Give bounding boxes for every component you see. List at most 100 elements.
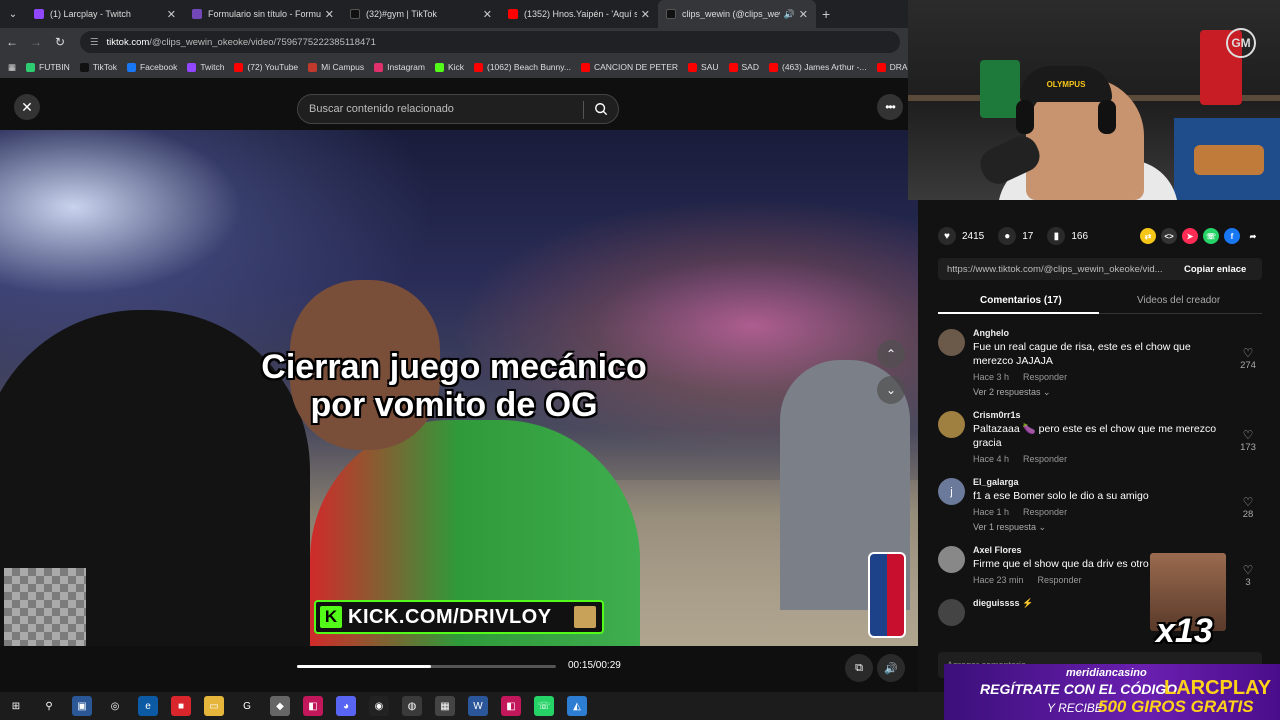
bookmark-label: TikTok xyxy=(92,62,117,72)
url-field[interactable]: ☰ tiktok.com /@clips_wewin_okeoke/video/… xyxy=(80,31,900,53)
bookmark-favicon-icon xyxy=(688,62,698,72)
comment-like-button[interactable]: ♡ 274 xyxy=(1236,346,1260,371)
share-link-box: https://www.tiktok.com/@clips_wewin_okeo… xyxy=(938,258,1262,280)
whatsapp-icon[interactable]: ☏ xyxy=(534,696,554,716)
discord-icon[interactable]: ◕ xyxy=(336,696,356,716)
comment-like-button[interactable]: ♡ 3 xyxy=(1236,563,1260,588)
obs-icon[interactable]: ◉ xyxy=(369,696,389,716)
commenter-avatar[interactable] xyxy=(938,411,965,438)
like-button[interactable]: ♥ 2415 xyxy=(938,227,984,245)
close-icon[interactable]: ✕ xyxy=(167,8,176,21)
share-link-url[interactable]: https://www.tiktok.com/@clips_wewin_okeo… xyxy=(938,264,1176,275)
bookmark-item[interactable]: Facebook xyxy=(126,62,177,72)
commenter-name[interactable]: Crism0rr1s xyxy=(973,408,1262,422)
reply-button[interactable]: Responder xyxy=(1023,372,1067,382)
comment-like-button[interactable]: ♡ 173 xyxy=(1236,428,1260,453)
bookmark-item[interactable]: SAD xyxy=(728,62,759,72)
tab-youtube[interactable]: (1352) Hnos.Yaipén - 'Aquí sin t ✕ xyxy=(500,0,658,28)
close-icon[interactable]: ✕ xyxy=(483,8,492,21)
comment-button[interactable]: ● 17 xyxy=(998,227,1033,245)
related-search-input[interactable]: Buscar contenido relacionado xyxy=(297,94,619,124)
windows-taskbar: ⊞ ⚲ ▣ ◎ e ■ ▭ G ◆ ◧ ◕ ◉ ◍ ▦ W ◧ ☏ ◭ xyxy=(0,692,944,720)
commenter-avatar[interactable] xyxy=(938,546,965,573)
tab-clips-wewin[interactable]: clips_wewin (@clips_wewin 🔊 ✕ xyxy=(658,0,816,28)
close-icon[interactable]: ✕ xyxy=(641,8,650,21)
back-icon[interactable]: ← xyxy=(0,35,24,49)
view-replies-button[interactable]: Ver 1 respuesta ⌄ xyxy=(973,522,1262,533)
new-tab-button[interactable]: + xyxy=(822,6,830,22)
previous-video-button[interactable]: ⌃ xyxy=(877,340,905,368)
more-options-button[interactable]: ••• xyxy=(877,94,903,120)
app-pink-2-icon[interactable]: ◧ xyxy=(501,696,521,716)
site-info-icon[interactable]: ☰ xyxy=(90,37,99,48)
save-button[interactable]: ▮ 166 xyxy=(1047,227,1088,245)
search-icon[interactable] xyxy=(594,102,608,116)
commenter-avatar[interactable]: j xyxy=(938,478,965,505)
tab-tiktok-gym[interactable]: (32)#gym | TikTok ✕ xyxy=(342,0,500,28)
pixelated-overlay xyxy=(4,568,86,646)
bookmark-item[interactable]: FUTBIN xyxy=(26,62,70,72)
file-explorer-icon[interactable]: ▭ xyxy=(204,696,224,716)
tab-forms[interactable]: Formulario sin título - Formular ✕ xyxy=(184,0,342,28)
share-arrow-icon[interactable]: ➦ xyxy=(1245,228,1261,244)
store-icon[interactable]: ▣ xyxy=(72,696,92,716)
bookmark-item[interactable]: (463) James Arthur -... xyxy=(769,62,867,72)
forward-icon[interactable]: → xyxy=(24,35,48,49)
copy-link-button[interactable]: Copiar enlace xyxy=(1184,264,1246,275)
reply-button[interactable]: Responder xyxy=(1023,454,1067,464)
repost-icon[interactable]: ⇄ xyxy=(1140,228,1156,244)
calculator-icon[interactable]: ▦ xyxy=(435,696,455,716)
tab-creator-videos[interactable]: Videos del creador xyxy=(1137,295,1220,306)
comment-like-button[interactable]: ♡ 28 xyxy=(1236,495,1260,520)
bookmark-item[interactable]: Kick xyxy=(434,62,464,72)
tab-comments[interactable]: Comentarios (17) xyxy=(980,295,1062,306)
chrome-icon[interactable]: ◍ xyxy=(402,696,422,716)
bookmark-item[interactable]: TikTok xyxy=(79,62,117,72)
bookmark-item[interactable]: Instagram xyxy=(374,62,425,72)
bookmark-item[interactable]: (1062) Beach Bunny... xyxy=(474,62,571,72)
app-red-icon[interactable]: ■ xyxy=(171,696,191,716)
g-hub-icon[interactable]: G xyxy=(237,696,257,716)
commenter-avatar[interactable] xyxy=(938,599,965,626)
reply-button[interactable]: Responder xyxy=(1023,507,1067,517)
video-frame[interactable]: Cierran juego mecánico por vomito de OG … xyxy=(0,130,918,646)
bookmark-item[interactable]: Mi Campus xyxy=(308,62,364,72)
speaker-icon[interactable]: 🔊 xyxy=(784,9,795,20)
edge-icon[interactable]: e xyxy=(138,696,158,716)
view-replies-button[interactable]: Ver 2 respuestas ⌄ xyxy=(973,387,1262,398)
bookmark-item[interactable]: (72) YouTube xyxy=(234,62,298,72)
windows-start-icon[interactable]: ⊞ xyxy=(6,696,26,716)
tab-search-button[interactable]: ⌄ xyxy=(0,0,26,28)
next-video-button[interactable]: ⌄ xyxy=(877,376,905,404)
app-blue-icon[interactable]: ◭ xyxy=(567,696,587,716)
bookmark-item[interactable]: DRAGO xyxy=(876,62,908,72)
search-icon[interactable]: ⚲ xyxy=(39,696,59,716)
bookmark-item[interactable]: SAU xyxy=(688,62,719,72)
send-icon[interactable]: ➤ xyxy=(1182,228,1198,244)
ad-line-1: REGÍTRATE CON EL CÓDIGO xyxy=(980,681,1178,697)
commenter-avatar[interactable] xyxy=(938,329,965,356)
bookmark-item[interactable]: CANCION DE PETER xyxy=(580,62,678,72)
headset-right xyxy=(1098,100,1116,134)
volume-button[interactable]: 🔊 xyxy=(877,654,905,682)
commenter-name[interactable]: Anghelo xyxy=(973,326,1262,340)
bookmark-label: Kick xyxy=(447,62,464,72)
app-icon[interactable]: ◆ xyxy=(270,696,290,716)
whatsapp-icon[interactable]: ☏ xyxy=(1203,228,1219,244)
progress-bar[interactable] xyxy=(297,665,556,668)
picture-in-picture-button[interactable]: ⧉ xyxy=(845,654,873,682)
bookmark-item[interactable]: Twitch xyxy=(187,62,224,72)
app-pink-icon[interactable]: ◧ xyxy=(303,696,323,716)
facebook-icon[interactable]: f xyxy=(1224,228,1240,244)
xbox-icon[interactable]: ◎ xyxy=(105,696,125,716)
close-icon[interactable]: ✕ xyxy=(325,8,334,21)
close-icon[interactable]: ✕ xyxy=(799,8,808,21)
tab-twitch[interactable]: (1) Larcplay - Twitch ✕ xyxy=(26,0,184,28)
embed-icon[interactable]: <> xyxy=(1161,228,1177,244)
reload-icon[interactable]: ↻ xyxy=(48,35,72,49)
close-video-button[interactable]: ✕ xyxy=(14,94,40,120)
commenter-name[interactable]: El_galarga xyxy=(973,475,1262,489)
reply-button[interactable]: Responder xyxy=(1038,575,1082,585)
word-icon[interactable]: W xyxy=(468,696,488,716)
apps-icon[interactable]: ▦ xyxy=(8,62,16,73)
